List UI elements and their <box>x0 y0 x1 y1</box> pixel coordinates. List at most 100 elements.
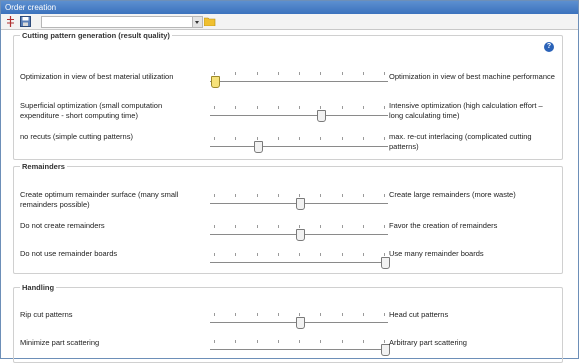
slider-tick <box>320 225 322 228</box>
slider-tick <box>384 253 385 256</box>
folder-icon[interactable] <box>204 17 216 26</box>
slider-left-label: Minimize part scattering <box>20 338 100 347</box>
slider-tick <box>341 313 343 316</box>
slider-track[interactable] <box>210 115 388 116</box>
settings-panel: Cutting pattern generation (result quali… <box>1 30 578 363</box>
toolbar-combo[interactable] <box>41 16 203 28</box>
slider-tick <box>256 194 258 197</box>
slider-tick <box>362 340 364 343</box>
section-remainders: Remainders Create optimum remainder surf… <box>13 162 563 274</box>
toolbar <box>1 14 578 30</box>
section-title: Cutting pattern generation (result quali… <box>20 31 172 40</box>
slider-right-label: Use many remainder boards <box>389 249 484 258</box>
part-scattering-slider[interactable] <box>210 340 390 356</box>
slider-tick <box>341 253 343 256</box>
remainder-surface-slider[interactable] <box>210 194 388 210</box>
slider-thumb[interactable] <box>296 198 305 210</box>
slider-tick <box>277 313 279 316</box>
save-icon[interactable] <box>20 16 31 27</box>
cut-pattern-slider[interactable] <box>210 313 388 329</box>
slider-ticks <box>214 72 385 76</box>
slider-tick <box>235 194 237 197</box>
slider-right-label: Create large remainders (more waste) <box>389 190 516 199</box>
slider-tick <box>256 313 258 316</box>
slider-tick <box>384 72 385 75</box>
slider-tick <box>320 106 322 109</box>
slider-tick <box>277 137 279 140</box>
slider-tick <box>214 253 215 256</box>
slider-tick <box>277 72 279 75</box>
slider-tick <box>299 340 300 343</box>
slider-right-label: max. re-cut interlacing (complicated cut… <box>389 132 532 151</box>
slider-tick <box>299 253 300 256</box>
slider-tick <box>362 137 364 140</box>
cutting-tool-icon[interactable] <box>5 16 16 27</box>
slider-tick <box>235 106 237 109</box>
slider-tick <box>299 194 300 197</box>
slider-right-label: Arbitrary part scattering <box>389 338 467 347</box>
optimization-slider[interactable] <box>210 72 388 88</box>
slider-tick <box>299 106 300 109</box>
slider-tick <box>235 225 237 228</box>
slider-tick <box>214 313 215 316</box>
slider-thumb[interactable] <box>317 110 327 122</box>
section-title: Remainders <box>20 162 67 171</box>
remainder-boards-slider[interactable] <box>210 253 390 269</box>
slider-tick <box>235 72 237 75</box>
computation-effort-slider[interactable] <box>210 106 388 122</box>
slider-tick <box>299 72 300 75</box>
slider-tick <box>235 253 237 256</box>
slider-tick <box>384 106 385 109</box>
slider-tick <box>320 340 322 343</box>
slider-left-label: Do not use remainder boards <box>20 249 118 258</box>
slider-tick <box>235 340 237 343</box>
slider-tick <box>362 253 364 256</box>
slider-tick <box>235 137 237 140</box>
slider-thumb[interactable] <box>211 76 220 88</box>
slider-track[interactable] <box>210 81 388 82</box>
help-icon[interactable]: ? <box>544 42 554 52</box>
slider-left-label: Rip cut patterns <box>20 310 73 319</box>
slider-tick <box>256 106 258 109</box>
slider-tick <box>256 137 258 140</box>
slider-tick <box>320 72 322 75</box>
slider-tick <box>256 72 258 75</box>
slider-ticks <box>214 106 385 110</box>
slider-tick <box>214 340 215 343</box>
slider-left-label: Superficial optimization (small computat… <box>20 101 163 120</box>
section-title: Handling <box>20 283 57 292</box>
slider-tick <box>214 106 215 109</box>
slider-tick <box>277 340 279 343</box>
slider-thumb[interactable] <box>253 141 263 153</box>
slider-left-label: Optimization in view of best material ut… <box>20 72 174 81</box>
slider-thumb[interactable] <box>296 229 305 241</box>
create-remainders-slider[interactable] <box>210 225 388 241</box>
slider-tick <box>277 194 279 197</box>
slider-left-label: Do not create remainders <box>20 221 105 230</box>
slider-tick <box>256 225 258 228</box>
slider-tick <box>384 225 385 228</box>
slider-ticks <box>214 340 385 344</box>
slider-tick <box>362 225 364 228</box>
slider-track[interactable] <box>210 146 388 147</box>
slider-right-label: Optimization in view of best machine per… <box>389 72 555 81</box>
slider-track[interactable] <box>210 349 388 350</box>
slider-tick <box>341 137 343 140</box>
slider-tick <box>384 340 385 343</box>
slider-tick <box>362 106 364 109</box>
slider-tick <box>299 137 300 140</box>
slider-tick <box>320 137 322 140</box>
slider-tick <box>320 253 322 256</box>
slider-tick <box>341 340 343 343</box>
slider-tick <box>341 194 343 197</box>
chevron-down-icon[interactable] <box>192 16 203 28</box>
recut-slider[interactable] <box>210 137 388 153</box>
slider-tick <box>362 72 364 75</box>
slider-thumb[interactable] <box>296 317 305 329</box>
slider-tick <box>341 225 343 228</box>
slider-ticks <box>214 137 385 141</box>
slider-tick <box>384 194 385 197</box>
slider-tick <box>214 137 215 140</box>
slider-track[interactable] <box>210 262 388 263</box>
slider-right-label: Favor the creation of remainders <box>389 221 498 230</box>
